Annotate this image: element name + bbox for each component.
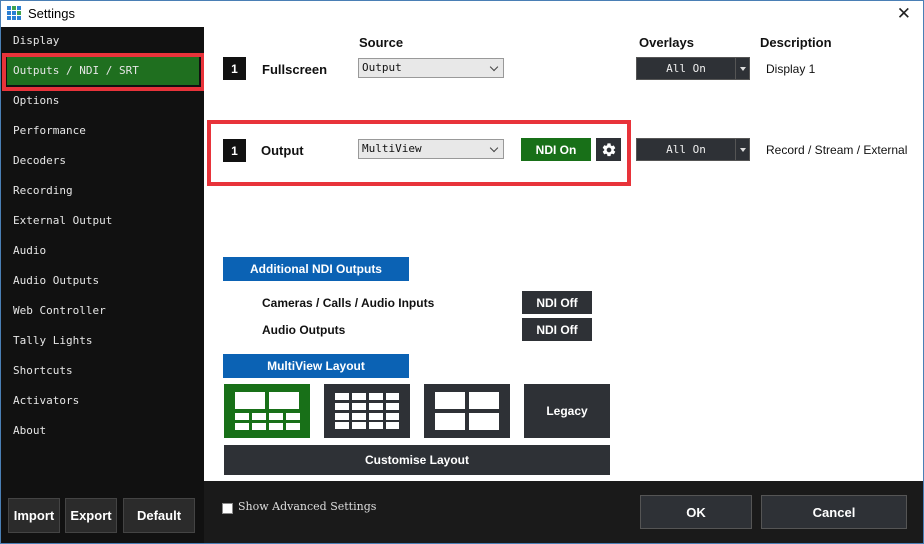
fullscreen-source-select[interactable]: Output bbox=[358, 58, 504, 78]
chevron-down-icon bbox=[489, 143, 499, 153]
multiview-layout-header: MultiView Layout bbox=[223, 354, 409, 378]
output-source-select[interactable]: MultiView bbox=[358, 139, 504, 159]
cameras-ndi-toggle[interactable]: NDI Off bbox=[522, 291, 592, 314]
sidebar-item-decoders[interactable]: Decoders bbox=[7, 147, 204, 175]
sidebar: Display Outputs / NDI / SRT Options Perf… bbox=[1, 27, 204, 543]
cancel-button[interactable]: Cancel bbox=[761, 495, 907, 529]
layout-option-legacy[interactable]: Legacy bbox=[524, 384, 610, 438]
audio-outputs-label: Audio Outputs bbox=[262, 323, 346, 337]
layout-option-2[interactable] bbox=[324, 384, 410, 438]
sidebar-item-web-controller[interactable]: Web Controller bbox=[7, 297, 204, 325]
sidebar-item-outputs[interactable]: Outputs / NDI / SRT bbox=[7, 57, 199, 85]
export-button[interactable]: Export bbox=[65, 498, 117, 533]
sidebar-item-display[interactable]: Display bbox=[7, 27, 204, 55]
outputs-panel: Source Overlays Description 1 Fullscreen… bbox=[204, 27, 923, 481]
sidebar-item-tally-lights[interactable]: Tally Lights bbox=[7, 327, 204, 355]
layout-option-3[interactable] bbox=[424, 384, 510, 438]
output-ndi-toggle[interactable]: NDI On bbox=[521, 138, 591, 161]
output-number: 1 bbox=[223, 139, 246, 162]
sidebar-item-external-output[interactable]: External Output bbox=[7, 207, 204, 235]
settings-window: Settings ✕ Display Outputs / NDI / SRT O… bbox=[0, 0, 924, 544]
fullscreen-source-value: Output bbox=[362, 61, 402, 74]
sidebar-item-performance[interactable]: Performance bbox=[7, 117, 204, 145]
audio-outputs-ndi-toggle[interactable]: NDI Off bbox=[522, 318, 592, 341]
sidebar-item-audio-outputs[interactable]: Audio Outputs bbox=[7, 267, 204, 295]
chevron-down-icon bbox=[489, 62, 499, 72]
sidebar-item-about[interactable]: About bbox=[7, 417, 204, 445]
source-column-header: Source bbox=[359, 35, 404, 50]
fullscreen-overlays-button[interactable]: All On bbox=[636, 57, 750, 80]
fullscreen-overlays-value: All On bbox=[666, 62, 706, 75]
additional-ndi-header: Additional NDI Outputs bbox=[223, 257, 409, 281]
sidebar-item-options[interactable]: Options bbox=[7, 87, 204, 115]
default-button[interactable]: Default bbox=[123, 498, 195, 533]
fullscreen-label: Fullscreen bbox=[262, 62, 328, 77]
cameras-calls-audio-label: Cameras / Calls / Audio Inputs bbox=[262, 296, 435, 310]
sidebar-item-recording[interactable]: Recording bbox=[7, 177, 204, 205]
dropdown-arrow-icon[interactable] bbox=[735, 58, 749, 79]
fullscreen-description: Display 1 bbox=[766, 62, 816, 76]
output-source-value: MultiView bbox=[362, 142, 422, 155]
customise-layout-button[interactable]: Customise Layout bbox=[224, 445, 610, 475]
layout-grid-icon bbox=[335, 393, 399, 429]
import-button[interactable]: Import bbox=[8, 498, 60, 533]
output-label: Output bbox=[261, 143, 304, 158]
fullscreen-number: 1 bbox=[223, 57, 246, 80]
window-title: Settings bbox=[28, 6, 75, 21]
title-bar: Settings ✕ bbox=[1, 1, 923, 27]
bottom-bar: Show Advanced Settings OK Cancel bbox=[204, 481, 923, 543]
close-icon[interactable]: ✕ bbox=[897, 4, 911, 24]
output-description: Record / Stream / External bbox=[766, 143, 908, 157]
layout-grid-icon bbox=[235, 392, 300, 430]
description-column-header: Description bbox=[760, 35, 832, 50]
sidebar-item-audio[interactable]: Audio bbox=[7, 237, 204, 265]
sidebar-item-shortcuts[interactable]: Shortcuts bbox=[7, 357, 204, 385]
layout-grid-icon bbox=[435, 392, 499, 430]
legacy-label: Legacy bbox=[546, 404, 588, 418]
output-overlays-button[interactable]: All On bbox=[636, 138, 750, 161]
layout-option-1[interactable] bbox=[224, 384, 310, 438]
gear-icon bbox=[602, 142, 615, 156]
output-overlays-value: All On bbox=[666, 143, 706, 156]
show-advanced-checkbox[interactable] bbox=[222, 503, 233, 514]
dropdown-arrow-icon[interactable] bbox=[735, 139, 749, 160]
overlays-column-header: Overlays bbox=[639, 35, 694, 50]
ok-button[interactable]: OK bbox=[640, 495, 752, 529]
sidebar-item-activators[interactable]: Activators bbox=[7, 387, 204, 415]
show-advanced-label[interactable]: Show Advanced Settings bbox=[238, 500, 376, 513]
app-grid-icon bbox=[7, 6, 23, 22]
output-ndi-settings-button[interactable] bbox=[596, 138, 621, 161]
